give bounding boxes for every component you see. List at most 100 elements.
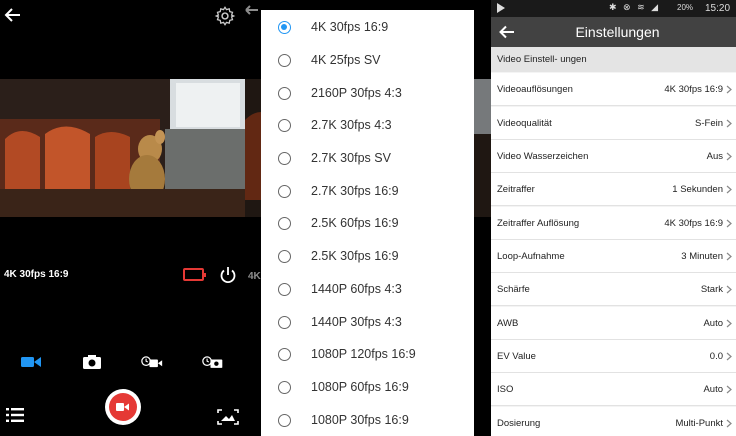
setting-label: Videoqualität <box>497 118 552 129</box>
resolution-options-dialog: 4K 30fps 16:9 4K 25fps SV 2160P 30fps 4:… <box>261 10 474 436</box>
radio-icon[interactable] <box>278 348 291 361</box>
radio-icon[interactable] <box>278 87 291 100</box>
chevron-right-icon <box>726 285 732 294</box>
setting-value: 4K 30fps 16:9 <box>664 84 723 95</box>
resolution-option[interactable]: 2160P 30fps 4:3 <box>261 77 474 109</box>
resolution-option-label: 2.7K 30fps 4:3 <box>311 118 392 132</box>
setting-value: S-Fein <box>695 118 723 129</box>
setting-label: ISO <box>497 384 514 395</box>
resolution-option-label: 1080P 60fps 16:9 <box>311 380 409 394</box>
radio-icon[interactable] <box>278 119 291 132</box>
photo-camera-icon[interactable] <box>81 353 103 371</box>
radio-icon[interactable] <box>278 414 291 427</box>
setting-value: Multi-Punkt <box>675 418 723 429</box>
video-camera-icon[interactable] <box>20 353 42 371</box>
back-arrow-icon[interactable] <box>4 5 22 25</box>
resolution-option-label: 2160P 30fps 4:3 <box>311 86 402 100</box>
setting-value: 0.0 <box>709 351 723 362</box>
resolution-option-label: 1080P 30fps 16:9 <box>311 413 409 427</box>
chevron-right-icon <box>726 319 732 328</box>
gallery-icon[interactable] <box>217 409 239 425</box>
chevron-right-icon <box>726 85 732 94</box>
resolution-option[interactable]: 2.7K 30fps 16:9 <box>261 175 474 207</box>
section-header: Video Einstell- ungen <box>491 47 736 72</box>
current-resolution-label: 4K 30fps 16:9 <box>4 269 69 280</box>
resolution-option[interactable]: 4K 30fps 16:9 <box>261 11 474 43</box>
resolution-option-label: 1080P 120fps 16:9 <box>311 347 416 361</box>
settings-screen: ✱ ⊗ ≋ ◢ 20% 15:20 Einstellungen Video Ei… <box>491 0 736 436</box>
resolution-option[interactable]: 4K 25fps SV <box>261 44 474 76</box>
menu-list-icon[interactable] <box>6 407 24 423</box>
settings-row-dosierung[interactable]: Dosierung Multi-Punkt <box>491 407 736 436</box>
status-icons: ✱ ⊗ ≋ ◢ <box>609 2 661 12</box>
setting-label: Dosierung <box>497 418 541 429</box>
resolution-option-label: 2.7K 30fps SV <box>311 151 391 165</box>
radio-icon[interactable] <box>278 185 291 198</box>
camera-preview-image <box>0 79 245 217</box>
timelapse-video-icon[interactable] <box>141 353 163 371</box>
setting-label: Zeitraffer Auflösung <box>497 218 580 229</box>
settings-app-bar: Einstellungen <box>491 17 736 47</box>
chevron-right-icon <box>726 152 732 161</box>
setting-label: Zeitraffer <box>497 184 535 195</box>
settings-row-videoaufloesungen[interactable]: Videoauflösungen 4K 30fps 16:9 <box>491 73 736 106</box>
settings-row-videoqualitaet[interactable]: Videoqualität S-Fein <box>491 107 736 140</box>
settings-row-ev-value[interactable]: EV Value 0.0 <box>491 340 736 373</box>
setting-label: Loop-Aufnahme <box>497 251 565 262</box>
setting-label: Schärfe <box>497 284 530 295</box>
chevron-right-icon <box>726 252 732 261</box>
resolution-option[interactable]: 1080P 60fps 16:9 <box>261 371 474 403</box>
resolution-option-label: 2.5K 30fps 16:9 <box>311 249 399 263</box>
resolution-option[interactable]: 1440P 30fps 4:3 <box>261 306 474 338</box>
radio-icon[interactable] <box>278 250 291 263</box>
setting-value: 1 Sekunden <box>672 184 723 195</box>
gear-icon[interactable] <box>214 5 236 27</box>
setting-value: Auto <box>703 318 723 329</box>
settings-row-zeitraffer[interactable]: Zeitraffer 1 Sekunden <box>491 173 736 206</box>
resolution-option-label: 4K 25fps SV <box>311 53 381 67</box>
setting-label: Video Wasserzeichen <box>497 151 589 162</box>
radio-icon[interactable] <box>278 217 291 230</box>
settings-row-video-wasserzeichen[interactable]: Video Wasserzeichen Aus <box>491 140 736 173</box>
resolution-option-label: 2.5K 60fps 16:9 <box>311 216 399 230</box>
svg-text:4K: 4K <box>248 271 262 282</box>
android-status-bar: ✱ ⊗ ≋ ◢ 20% 15:20 <box>491 0 736 17</box>
record-video-icon <box>116 403 129 411</box>
radio-icon[interactable] <box>278 316 291 329</box>
setting-label: AWB <box>497 318 519 329</box>
resolution-picker-screen: 4K 4K 30fps 16:9 4K 25fps SV 2160P 30fps… <box>245 0 491 436</box>
section-header-label: Video Einstell- ungen <box>497 54 587 65</box>
radio-icon[interactable] <box>278 152 291 165</box>
radio-icon[interactable] <box>278 381 291 394</box>
chevron-right-icon <box>726 385 732 394</box>
settings-row-loop-aufnahme[interactable]: Loop-Aufnahme 3 Minuten <box>491 240 736 273</box>
settings-row-iso[interactable]: ISO Auto <box>491 373 736 406</box>
resolution-option[interactable]: 1440P 60fps 4:3 <box>261 273 474 305</box>
resolution-option[interactable]: 2.7K 30fps SV <box>261 142 474 174</box>
resolution-option[interactable]: 2.5K 30fps 16:9 <box>261 240 474 272</box>
timelapse-photo-icon[interactable] <box>202 353 224 371</box>
resolution-option-label: 1440P 30fps 4:3 <box>311 315 402 329</box>
power-icon[interactable] <box>219 266 237 284</box>
resolution-option-label: 4K 30fps 16:9 <box>311 20 389 34</box>
resolution-option[interactable]: 1080P 120fps 16:9 <box>261 338 474 370</box>
radio-selected-icon[interactable] <box>278 21 291 34</box>
radio-icon[interactable] <box>278 283 291 296</box>
setting-value: 3 Minuten <box>681 251 723 262</box>
clock: 15:20 <box>705 3 731 14</box>
resolution-option[interactable]: 2.5K 60fps 16:9 <box>261 207 474 239</box>
record-button[interactable] <box>105 389 141 425</box>
chevron-right-icon <box>726 219 732 228</box>
setting-label: EV Value <box>497 351 536 362</box>
camera-live-view: 4K 30fps 16:9 <box>0 0 245 436</box>
resolution-option[interactable]: 2.7K 30fps 4:3 <box>261 109 474 141</box>
settings-row-schaerfe[interactable]: Schärfe Stark <box>491 273 736 306</box>
radio-icon[interactable] <box>278 54 291 67</box>
battery-low-icon <box>183 268 206 281</box>
setting-value: 4K 30fps 16:9 <box>664 218 723 229</box>
chevron-right-icon <box>726 419 732 428</box>
settings-row-zeitraffer-aufloesung[interactable]: Zeitraffer Auflösung 4K 30fps 16:9 <box>491 207 736 240</box>
settings-row-awb[interactable]: AWB Auto <box>491 307 736 340</box>
chevron-right-icon <box>726 352 732 361</box>
resolution-option[interactable]: 1080P 30fps 16:9 <box>261 404 474 436</box>
